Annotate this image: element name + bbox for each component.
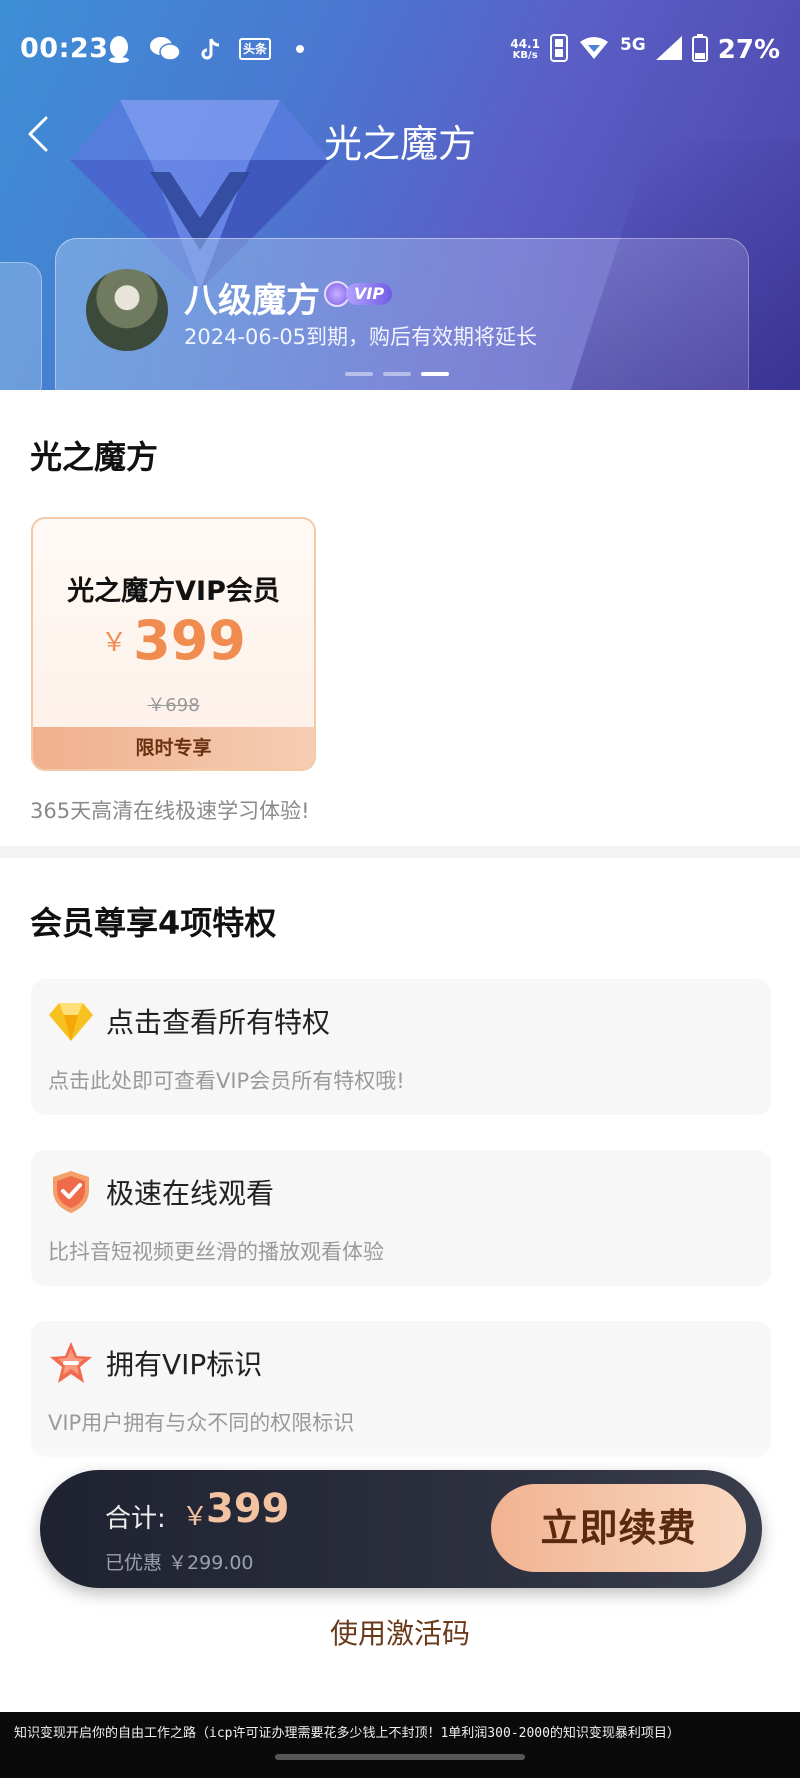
privilege-desc: 点击此处即可查看VIP会员所有特权哦! xyxy=(48,1069,405,1093)
privileges-title: 会员尊享4项特权 xyxy=(30,904,277,942)
product-price: ￥ 399 xyxy=(33,609,314,672)
battery-icon xyxy=(691,34,708,66)
page-title: 光之魔方 xyxy=(323,122,476,166)
header-banner: 00:23 头条 44.1 KB/s 5G 27% 光之魔方 八级魔方 VIP … xyxy=(0,0,800,390)
net-speed: 44.1 KB/s xyxy=(510,37,540,61)
caption-text: 知识变现开启你的自由工作之路（icp许可证办理需要花多少钱上不封顶！1单利润30… xyxy=(14,1726,680,1741)
carousel-prev-card[interactable] xyxy=(0,262,42,390)
wifi-icon xyxy=(578,36,610,64)
original-price: ￥698 xyxy=(147,695,200,716)
vip-badge: VIP xyxy=(324,281,393,307)
currency-symbol: ￥ xyxy=(101,628,128,658)
status-time: 00:23 xyxy=(20,33,109,64)
hd-icon xyxy=(549,34,568,66)
total-label: 合计: xyxy=(105,1504,166,1534)
limited-offer-tag: 限时专享 xyxy=(33,727,314,769)
signal-icon xyxy=(655,36,682,64)
carousel-dots xyxy=(345,372,449,376)
dot-icon xyxy=(295,34,305,64)
star-badge-icon xyxy=(50,1342,92,1383)
activation-code-link[interactable]: 使用激活码 xyxy=(0,1612,800,1652)
product-description: 365天高清在线极速学习体验! xyxy=(30,799,310,823)
home-indicator[interactable] xyxy=(275,1754,525,1760)
product-card[interactable]: 光之魔方VIP会员 ￥ 399 ￥698 限时专享 xyxy=(31,517,316,771)
caption-bar: 知识变现开启你的自由工作之路（icp许可证办理需要花多少钱上不封顶！1单利润30… xyxy=(0,1712,800,1778)
vip-label: VIP xyxy=(346,283,393,305)
privilege-item[interactable]: 极速在线观看 比抖音短视频更丝滑的播放观看体验 xyxy=(31,1150,771,1286)
product-section-title: 光之魔方 xyxy=(30,438,159,476)
privilege-desc: VIP用户拥有与众不同的权限标识 xyxy=(48,1411,355,1435)
shield-check-icon xyxy=(53,1171,89,1213)
avatar xyxy=(86,269,168,351)
status-right: 44.1 KB/s 5G 27% xyxy=(510,34,780,66)
privilege-title: 极速在线观看 xyxy=(106,1177,275,1210)
expire-text: 2024-06-05到期，购后有效期将延长 xyxy=(184,325,538,349)
carousel-dot[interactable] xyxy=(383,372,411,376)
wechat-icon xyxy=(148,34,182,64)
checkout-bar: 合计: ￥ 399 已优惠 ￥299.00 立即续费 xyxy=(40,1470,762,1588)
price-value: 399 xyxy=(133,609,246,672)
status-bar: 00:23 头条 44.1 KB/s 5G 27% xyxy=(0,0,800,100)
network-type: 5G xyxy=(619,35,646,55)
privilege-item[interactable]: 拥有VIP标识 VIP用户拥有与众不同的权限标识 xyxy=(31,1321,771,1457)
privilege-title: 点击查看所有特权 xyxy=(106,1006,331,1039)
privilege-desc: 比抖音短视频更丝滑的播放观看体验 xyxy=(48,1240,384,1264)
total-currency: ￥ xyxy=(182,1502,209,1532)
product-name: 光之魔方VIP会员 xyxy=(67,576,280,607)
privilege-item[interactable]: 点击查看所有特权 点击此处即可查看VIP会员所有特权哦! xyxy=(31,979,771,1115)
tiktok-icon xyxy=(200,34,222,64)
battery-percent: 27% xyxy=(717,35,780,65)
member-card[interactable]: 八级魔方 VIP 2024-06-05到期，购后有效期将延长 xyxy=(55,238,749,390)
privilege-title: 拥有VIP标识 xyxy=(106,1348,263,1381)
toutiao-icon: 头条 xyxy=(238,34,272,64)
qq-icon xyxy=(106,34,132,64)
carousel-dot[interactable] xyxy=(345,372,373,376)
total-price: 399 xyxy=(206,1486,290,1532)
discount-text: 已优惠 ￥299.00 xyxy=(105,1552,254,1574)
section-divider xyxy=(0,846,800,858)
member-level: 八级魔方 xyxy=(184,281,320,321)
diamond-icon xyxy=(49,1003,93,1041)
carousel-dot-active[interactable] xyxy=(421,372,449,376)
renew-button[interactable]: 立即续费 xyxy=(491,1484,746,1572)
